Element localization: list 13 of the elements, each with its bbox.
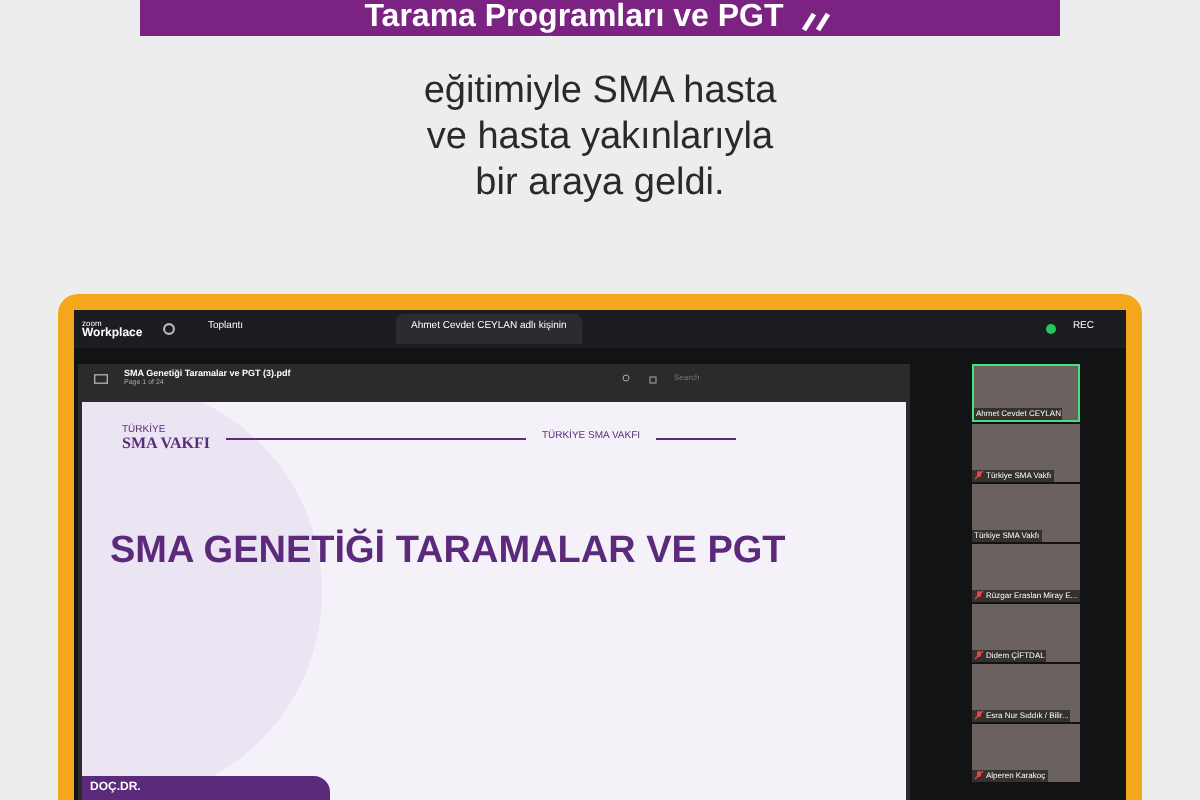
muted-mic-icon bbox=[974, 710, 984, 721]
headline-title: Tarama Programları ve PGT bbox=[364, 1, 784, 34]
muted-mic-icon bbox=[974, 650, 984, 661]
sidebar-icon[interactable] bbox=[94, 373, 108, 384]
slide-title: SMA GENETİĞİ TARAMALAR VE PGT bbox=[110, 529, 786, 572]
subtitle-line: ve hasta yakınlarıyla bbox=[426, 113, 774, 160]
subtitle-line: eğitimiyle SMA hasta bbox=[423, 67, 777, 114]
subtitle-line: bir araya geldi. bbox=[475, 159, 725, 206]
muted-mic-icon bbox=[974, 470, 984, 481]
muted-mic-icon bbox=[974, 590, 984, 601]
logo-text: SMA VAKFI bbox=[122, 435, 210, 452]
chevrons-icon bbox=[799, 9, 836, 34]
muted-mic-icon bbox=[974, 770, 984, 781]
